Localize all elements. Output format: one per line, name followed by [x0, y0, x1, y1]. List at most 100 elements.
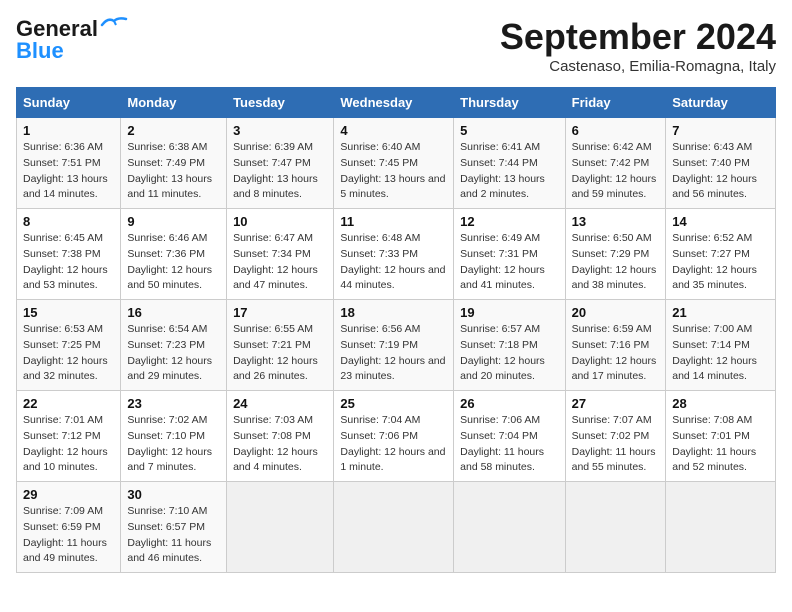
day-info: Sunrise: 6:43 AMSunset: 7:40 PMDaylight:… — [672, 140, 769, 203]
calendar-cell: 25Sunrise: 7:04 AMSunset: 7:06 PMDayligh… — [334, 391, 454, 482]
col-header-thursday: Thursday — [454, 88, 565, 118]
calendar-cell: 16 Sunrise: 6:54 AMSunset: 7:23 PMDayligh… — [121, 300, 227, 391]
day-info: Sunrise: 6:54 AMSunset: 7:23 PMDaylight:… — [127, 322, 220, 385]
day-number: 3 — [233, 123, 327, 138]
day-number: 11 — [340, 214, 447, 229]
day-number: 17 — [233, 305, 327, 320]
week-row-3: 15 Sunrise: 6:53 AMSunset: 7:25 PMDayligh… — [17, 300, 776, 391]
week-row-1: 1 Sunrise: 6:36 AMSunset: 7:51 PMDaylight… — [17, 118, 776, 209]
day-number: 29 — [23, 487, 114, 502]
calendar-cell: 10 Sunrise: 6:47 AMSunset: 7:34 PMDayligh… — [227, 209, 334, 300]
calendar-cell: 19 Sunrise: 6:57 AMSunset: 7:18 PMDayligh… — [454, 300, 565, 391]
day-info: Sunrise: 7:10 AMSunset: 6:57 PMDaylight:… — [127, 504, 220, 567]
day-info: Sunrise: 6:48 AMSunset: 7:33 PMDaylight:… — [340, 231, 447, 294]
day-info: Sunrise: 7:07 AMSunset: 7:02 PMDaylight:… — [572, 413, 660, 476]
calendar-cell: 22Sunrise: 7:01 AMSunset: 7:12 PMDayligh… — [17, 391, 121, 482]
calendar-cell: 30 Sunrise: 7:10 AMSunset: 6:57 PMDayligh… — [121, 482, 227, 573]
day-info: Sunrise: 6:36 AMSunset: 7:51 PMDaylight:… — [23, 140, 114, 203]
day-number: 25 — [340, 396, 447, 411]
location-subtitle: Castenaso, Emilia-Romagna, Italy — [500, 58, 776, 75]
day-number: 26 — [460, 396, 558, 411]
day-number: 10 — [233, 214, 327, 229]
day-info: Sunrise: 6:55 AMSunset: 7:21 PMDaylight:… — [233, 322, 327, 385]
calendar-cell: 26 Sunrise: 7:06 AMSunset: 7:04 PMDayligh… — [454, 391, 565, 482]
calendar-cell: 21Sunrise: 7:00 AMSunset: 7:14 PMDayligh… — [666, 300, 776, 391]
calendar-cell: 6 Sunrise: 6:42 AMSunset: 7:42 PMDaylight… — [565, 118, 666, 209]
col-header-monday: Monday — [121, 88, 227, 118]
day-info: Sunrise: 7:01 AMSunset: 7:12 PMDaylight:… — [23, 413, 114, 476]
day-info: Sunrise: 7:06 AMSunset: 7:04 PMDaylight:… — [460, 413, 558, 476]
day-info: Sunrise: 6:45 AMSunset: 7:38 PMDaylight:… — [23, 231, 114, 294]
day-info: Sunrise: 6:42 AMSunset: 7:42 PMDaylight:… — [572, 140, 660, 203]
day-info: Sunrise: 6:59 AMSunset: 7:16 PMDaylight:… — [572, 322, 660, 385]
day-number: 7 — [672, 123, 769, 138]
col-header-friday: Friday — [565, 88, 666, 118]
calendar-cell: 20 Sunrise: 6:59 AMSunset: 7:16 PMDayligh… — [565, 300, 666, 391]
day-info: Sunrise: 7:08 AMSunset: 7:01 PMDaylight:… — [672, 413, 769, 476]
header: General Blue September 2024 Castenaso, E… — [16, 16, 776, 75]
logo-text-blue: Blue — [16, 38, 64, 64]
calendar-cell: 27Sunrise: 7:07 AMSunset: 7:02 PMDayligh… — [565, 391, 666, 482]
day-info: Sunrise: 6:47 AMSunset: 7:34 PMDaylight:… — [233, 231, 327, 294]
col-header-saturday: Saturday — [666, 88, 776, 118]
calendar-cell: 11 Sunrise: 6:48 AMSunset: 7:33 PMDayligh… — [334, 209, 454, 300]
calendar-table: SundayMondayTuesdayWednesdayThursdayFrid… — [16, 87, 776, 573]
logo: General Blue — [16, 16, 128, 64]
month-title: September 2024 — [500, 16, 776, 58]
day-number: 23 — [127, 396, 220, 411]
calendar-cell: 1 Sunrise: 6:36 AMSunset: 7:51 PMDaylight… — [17, 118, 121, 209]
day-number: 15 — [23, 305, 114, 320]
day-number: 16 — [127, 305, 220, 320]
day-number: 19 — [460, 305, 558, 320]
day-info: Sunrise: 6:40 AMSunset: 7:45 PMDaylight:… — [340, 140, 447, 203]
day-info: Sunrise: 6:38 AMSunset: 7:49 PMDaylight:… — [127, 140, 220, 203]
day-number: 20 — [572, 305, 660, 320]
calendar-cell: 5Sunrise: 6:41 AMSunset: 7:44 PMDaylight… — [454, 118, 565, 209]
day-info: Sunrise: 7:00 AMSunset: 7:14 PMDaylight:… — [672, 322, 769, 385]
calendar-cell: 9 Sunrise: 6:46 AMSunset: 7:36 PMDaylight… — [121, 209, 227, 300]
calendar-cell: 28 Sunrise: 7:08 AMSunset: 7:01 PMDayligh… — [666, 391, 776, 482]
day-info: Sunrise: 6:46 AMSunset: 7:36 PMDaylight:… — [127, 231, 220, 294]
col-header-sunday: Sunday — [17, 88, 121, 118]
day-number: 18 — [340, 305, 447, 320]
day-info: Sunrise: 6:39 AMSunset: 7:47 PMDaylight:… — [233, 140, 327, 203]
calendar-cell: 23 Sunrise: 7:02 AMSunset: 7:10 PMDayligh… — [121, 391, 227, 482]
week-row-2: 8Sunrise: 6:45 AMSunset: 7:38 PMDaylight… — [17, 209, 776, 300]
day-number: 1 — [23, 123, 114, 138]
day-number: 12 — [460, 214, 558, 229]
calendar-cell — [565, 482, 666, 573]
calendar-cell: 14 Sunrise: 6:52 AMSunset: 7:27 PMDayligh… — [666, 209, 776, 300]
day-number: 30 — [127, 487, 220, 502]
calendar-cell: 7 Sunrise: 6:43 AMSunset: 7:40 PMDaylight… — [666, 118, 776, 209]
calendar-cell: 2 Sunrise: 6:38 AMSunset: 7:49 PMDaylight… — [121, 118, 227, 209]
calendar-cell — [227, 482, 334, 573]
calendar-cell: 13Sunrise: 6:50 AMSunset: 7:29 PMDayligh… — [565, 209, 666, 300]
day-number: 28 — [672, 396, 769, 411]
calendar-cell — [334, 482, 454, 573]
day-info: Sunrise: 6:57 AMSunset: 7:18 PMDaylight:… — [460, 322, 558, 385]
calendar-cell: 29 Sunrise: 7:09 AMSunset: 6:59 PMDayligh… — [17, 482, 121, 573]
day-number: 9 — [127, 214, 220, 229]
day-number: 4 — [340, 123, 447, 138]
day-number: 24 — [233, 396, 327, 411]
day-info: Sunrise: 6:56 AMSunset: 7:19 PMDaylight:… — [340, 322, 447, 385]
header-row: SundayMondayTuesdayWednesdayThursdayFrid… — [17, 88, 776, 118]
calendar-cell: 3 Sunrise: 6:39 AMSunset: 7:47 PMDaylight… — [227, 118, 334, 209]
calendar-cell — [666, 482, 776, 573]
day-info: Sunrise: 7:02 AMSunset: 7:10 PMDaylight:… — [127, 413, 220, 476]
calendar-cell: 4 Sunrise: 6:40 AMSunset: 7:45 PMDaylight… — [334, 118, 454, 209]
day-number: 14 — [672, 214, 769, 229]
calendar-cell: 12Sunrise: 6:49 AMSunset: 7:31 PMDayligh… — [454, 209, 565, 300]
day-info: Sunrise: 6:50 AMSunset: 7:29 PMDaylight:… — [572, 231, 660, 294]
calendar-cell: 15 Sunrise: 6:53 AMSunset: 7:25 PMDayligh… — [17, 300, 121, 391]
day-info: Sunrise: 6:52 AMSunset: 7:27 PMDaylight:… — [672, 231, 769, 294]
day-number: 6 — [572, 123, 660, 138]
day-info: Sunrise: 6:53 AMSunset: 7:25 PMDaylight:… — [23, 322, 114, 385]
week-row-4: 22Sunrise: 7:01 AMSunset: 7:12 PMDayligh… — [17, 391, 776, 482]
col-header-wednesday: Wednesday — [334, 88, 454, 118]
calendar-cell: 24Sunrise: 7:03 AMSunset: 7:08 PMDayligh… — [227, 391, 334, 482]
day-info: Sunrise: 7:09 AMSunset: 6:59 PMDaylight:… — [23, 504, 114, 567]
day-number: 2 — [127, 123, 220, 138]
day-number: 5 — [460, 123, 558, 138]
week-row-5: 29 Sunrise: 7:09 AMSunset: 6:59 PMDayligh… — [17, 482, 776, 573]
